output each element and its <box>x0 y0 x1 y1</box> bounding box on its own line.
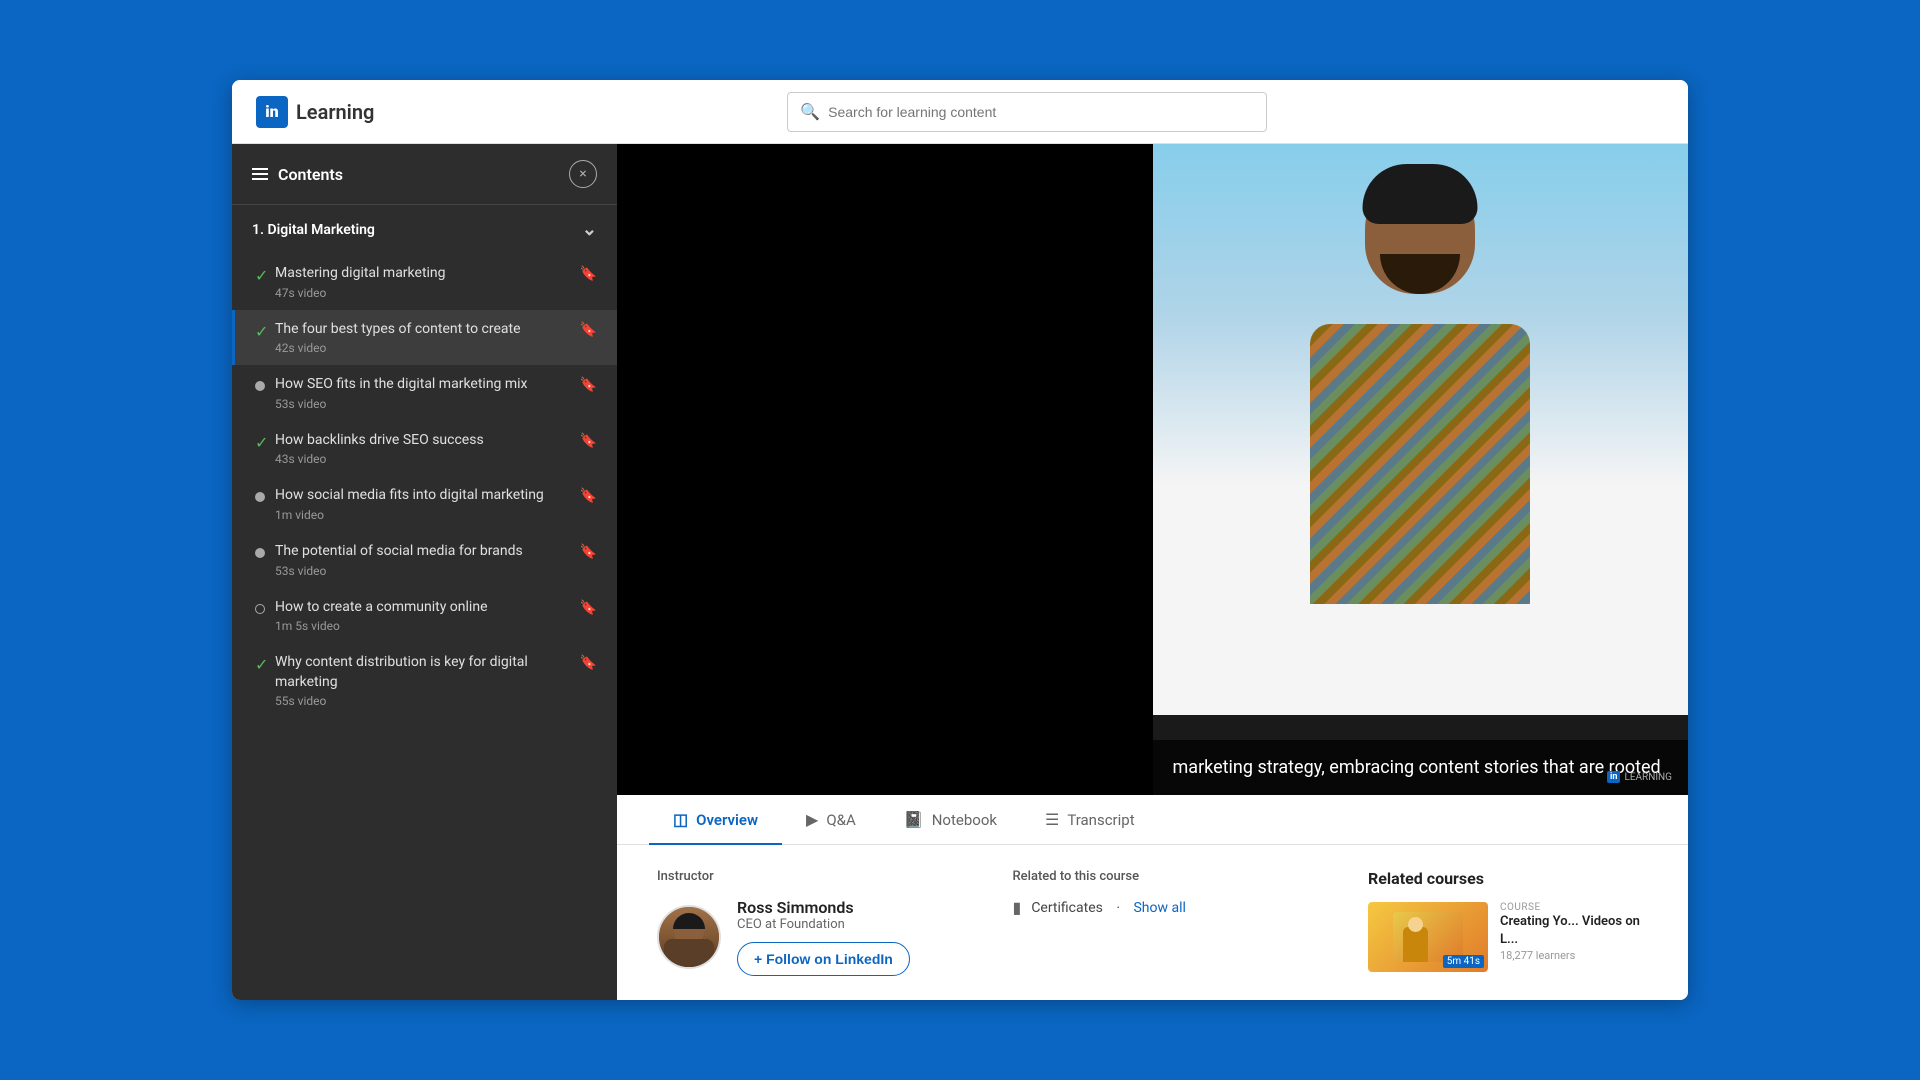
item-title: The four best types of content to create <box>275 320 580 340</box>
item-title: How social media fits into digital marke… <box>275 486 580 506</box>
show-all-link[interactable]: Show all <box>1133 900 1185 916</box>
logo-area: in Learning <box>256 96 374 128</box>
search-input[interactable] <box>828 104 1254 120</box>
bookmark-icon[interactable]: 🔖 <box>580 433 597 449</box>
item-title: Why content distribution is key for digi… <box>275 653 580 692</box>
item-duration: 1m video <box>275 508 580 522</box>
related-item: ▮ Certificates · Show all <box>1013 898 1329 917</box>
course-card-title: Creating Yo... Videos on L... <box>1500 913 1648 949</box>
list-item[interactable]: How social media fits into digital marke… <box>232 476 617 532</box>
instructor-section: Instructor Ross Simmonds CEO at Foundati… <box>657 869 973 976</box>
main-content: marketing strategy, embracing content st… <box>617 144 1688 1000</box>
item-duration: 55s video <box>275 694 580 708</box>
list-item[interactable]: How SEO fits in the digital marketing mi… <box>232 365 617 421</box>
app-name: Learning <box>296 100 374 124</box>
tab-transcript[interactable]: ☰ Transcript <box>1021 796 1159 845</box>
tab-notebook[interactable]: 📓 Notebook <box>880 796 1021 845</box>
notebook-icon: 📓 <box>904 810 924 829</box>
list-item[interactable]: How to create a community online 1m 5s v… <box>232 588 617 644</box>
bookmark-icon[interactable]: 🔖 <box>580 322 597 338</box>
instructor-section-label: Instructor <box>657 869 973 884</box>
bookmark-icon[interactable]: 🔖 <box>580 544 597 560</box>
instructor-name: Ross Simmonds <box>737 898 910 917</box>
item-duration: 47s video <box>275 286 580 300</box>
sidebar-header: Contents × <box>232 144 617 205</box>
course-card-info: COURSE Creating Yo... Videos on L... 18,… <box>1500 902 1648 972</box>
item-duration: 53s video <box>275 397 580 411</box>
course-learners: 18,277 learners <box>1500 949 1648 962</box>
check-status-icon: ✓ <box>255 322 275 341</box>
body-area: Contents × 1. Digital Marketing ⌄ ✓ Mast… <box>232 144 1688 1000</box>
related-courses-section: Related courses 5m 41s COURSE <box>1368 869 1648 976</box>
linkedin-watermark: in LEARNING <box>1607 771 1672 783</box>
hamburger-icon <box>252 168 268 180</box>
linkedin-logo-icon: in <box>256 96 288 128</box>
item-title: Mastering digital marketing <box>275 264 580 284</box>
instructor-card: Ross Simmonds CEO at Foundation + Follow… <box>657 898 973 976</box>
section-header[interactable]: 1. Digital Marketing ⌄ <box>232 205 617 254</box>
dot-status-icon <box>255 544 275 558</box>
related-section: Related to this course ▮ Certificates · … <box>1013 869 1329 976</box>
tabs-bar: ◫ Overview ▶ Q&A 📓 Notebook ☰ Transcript <box>617 795 1688 845</box>
related-courses-title: Related courses <box>1368 869 1648 888</box>
bookmark-icon[interactable]: 🔖 <box>580 655 597 671</box>
item-title: How SEO fits in the digital marketing mi… <box>275 375 580 395</box>
header: in Learning 🔍 <box>232 80 1688 144</box>
item-duration: 42s video <box>275 341 580 355</box>
video-player[interactable]: marketing strategy, embracing content st… <box>617 144 1688 795</box>
video-instructor-panel: marketing strategy, embracing content st… <box>1153 144 1689 795</box>
list-item[interactable]: ✓ Mastering digital marketing 47s video … <box>232 254 617 310</box>
bookmark-icon[interactable]: 🔖 <box>580 488 597 504</box>
list-icon: ☰ <box>1045 810 1059 829</box>
search-icon: 🔍 <box>800 102 820 121</box>
check-status-icon: ✓ <box>255 655 275 674</box>
item-duration: 43s video <box>275 452 580 466</box>
video-caption: marketing strategy, embracing content st… <box>1153 740 1689 795</box>
list-item[interactable]: ✓ Why content distribution is key for di… <box>232 643 617 718</box>
instructor-info: Ross Simmonds CEO at Foundation + Follow… <box>737 898 910 976</box>
avatar <box>657 905 721 969</box>
item-title: How backlinks drive SEO success <box>275 431 580 451</box>
list-item[interactable]: The potential of social media for brands… <box>232 532 617 588</box>
send-icon: ▶ <box>806 810 818 829</box>
related-section-label: Related to this course <box>1013 869 1329 884</box>
check-status-icon: ✓ <box>255 433 275 452</box>
search-bar[interactable]: 🔍 <box>787 92 1267 132</box>
item-duration: 53s video <box>275 564 580 578</box>
contents-title: Contents <box>252 165 343 184</box>
instructor-title: CEO at Foundation <box>737 917 910 932</box>
course-thumbnail: 5m 41s <box>1368 902 1488 972</box>
list-item[interactable]: ✓ The four best types of content to crea… <box>232 310 617 366</box>
bookmark-icon[interactable]: 🔖 <box>580 377 597 393</box>
bookmark-icon[interactable]: 🔖 <box>580 600 597 616</box>
tab-qa[interactable]: ▶ Q&A <box>782 796 880 845</box>
bookmark-icon[interactable]: 🔖 <box>580 266 597 282</box>
item-title: The potential of social media for brands <box>275 542 580 562</box>
close-button[interactable]: × <box>569 160 597 188</box>
list-item[interactable]: ✓ How backlinks drive SEO success 43s vi… <box>232 421 617 477</box>
check-status-icon: ✓ <box>255 266 275 285</box>
item-title: How to create a community online <box>275 598 580 618</box>
follow-button[interactable]: + Follow on LinkedIn <box>737 942 910 976</box>
section-title: 1. Digital Marketing <box>252 222 375 238</box>
certificate-icon: ▮ <box>1013 898 1022 917</box>
tab-overview[interactable]: ◫ Overview <box>649 796 782 845</box>
sidebar: Contents × 1. Digital Marketing ⌄ ✓ Mast… <box>232 144 617 1000</box>
chevron-down-icon: ⌄ <box>582 219 597 240</box>
item-duration: 1m 5s video <box>275 619 580 633</box>
course-duration-badge: 5m 41s <box>1443 955 1484 968</box>
course-type-label: COURSE <box>1500 902 1648 913</box>
dot-status-icon <box>255 488 275 502</box>
info-area: Instructor Ross Simmonds CEO at Foundati… <box>617 845 1688 1000</box>
related-course-card[interactable]: 5m 41s COURSE Creating Yo... Videos on L… <box>1368 902 1648 972</box>
grid-icon: ◫ <box>673 810 688 829</box>
dot-status-icon <box>255 377 275 391</box>
empty-status-icon <box>255 600 275 614</box>
